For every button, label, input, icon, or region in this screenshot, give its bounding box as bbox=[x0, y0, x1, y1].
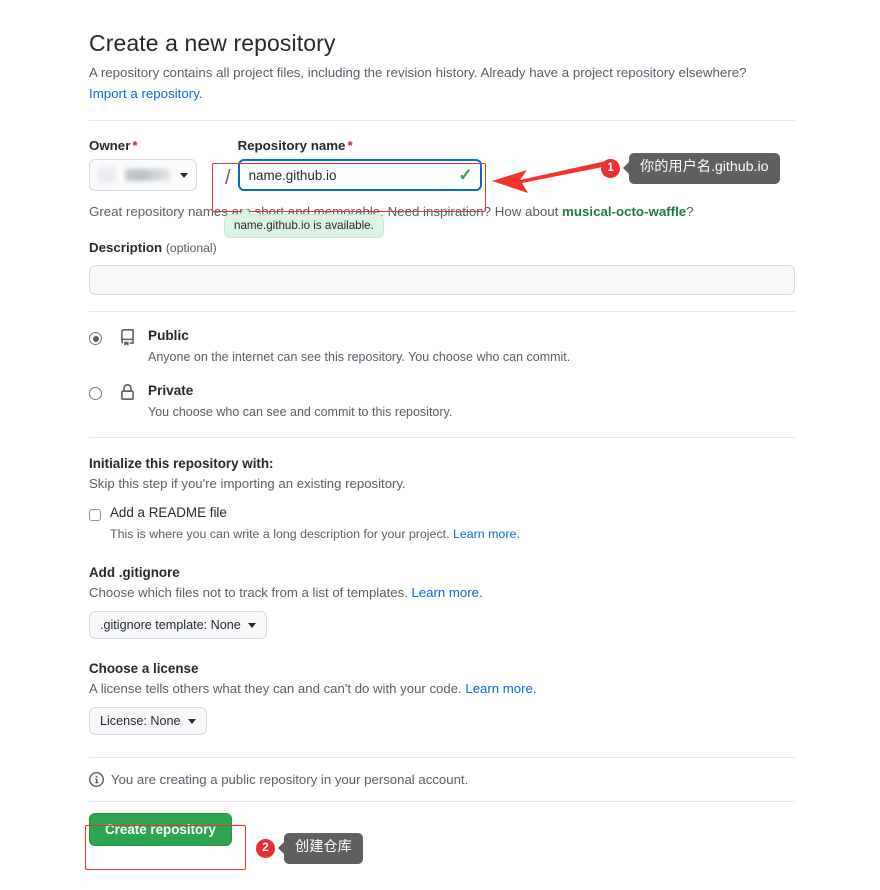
gitignore-description: Choose which files not to track from a l… bbox=[89, 585, 795, 600]
readme-label: Add a README file bbox=[110, 505, 227, 521]
license-dropdown[interactable]: License: None bbox=[89, 707, 207, 736]
chevron-down-icon bbox=[247, 622, 256, 628]
lock-icon bbox=[116, 383, 138, 401]
gitignore-template-dropdown-label: .gitignore template: None bbox=[100, 618, 241, 633]
description-input[interactable] bbox=[89, 265, 795, 296]
repository-name-help-suffix: ? bbox=[686, 204, 694, 220]
license-heading: Choose a license bbox=[89, 661, 199, 677]
gitignore-section: Add .gitignore Choose which files not to… bbox=[89, 565, 795, 640]
page-description-text: A repository contains all project files,… bbox=[89, 65, 747, 80]
gitignore-description-text: Choose which files not to track from a l… bbox=[89, 585, 412, 601]
repository-name-input-wrap: ✓ bbox=[237, 159, 482, 192]
divider-visibility bbox=[89, 437, 795, 439]
repo-icon bbox=[116, 328, 138, 346]
info-icon bbox=[89, 772, 104, 788]
owner-required-mark: * bbox=[132, 138, 138, 154]
divider-footer bbox=[89, 801, 795, 803]
annotation-text-1: 你的用户名.github.io bbox=[623, 153, 780, 184]
readme-description: This is where you can write a long descr… bbox=[110, 526, 795, 543]
description-field: Description (optional) bbox=[89, 239, 795, 296]
repository-name-required-mark: * bbox=[347, 138, 353, 154]
initialize-section: Initialize this repository with: Skip th… bbox=[89, 456, 795, 543]
divider-license bbox=[89, 757, 795, 759]
import-repository-link[interactable]: Import a repository. bbox=[89, 86, 203, 101]
annotation-badge-2: 2 bbox=[256, 838, 275, 858]
readme-learn-more-link[interactable]: Learn more. bbox=[453, 527, 520, 541]
visibility-public-description: Anyone on the internet can see this repo… bbox=[148, 350, 571, 365]
initialize-heading: Initialize this repository with: bbox=[89, 456, 274, 472]
annotation-callout-1: 1 你的用户名.github.io bbox=[601, 153, 780, 184]
visibility-private-title: Private bbox=[148, 382, 194, 398]
repository-name-help: Great repository names are short and mem… bbox=[89, 202, 795, 222]
annotation-callout-2: 2 创建仓库 bbox=[256, 833, 363, 864]
chevron-down-icon bbox=[180, 172, 188, 178]
create-repository-button[interactable]: Create repository bbox=[89, 813, 232, 847]
license-learn-more-link[interactable]: Learn more. bbox=[465, 681, 536, 696]
page-title: Create a new repository bbox=[89, 30, 336, 56]
owner-label: Owner * bbox=[89, 138, 138, 154]
repository-name-suggestion-link[interactable]: musical-octo-waffle bbox=[562, 204, 686, 219]
visibility-options: Public Anyone on the internet can see th… bbox=[89, 328, 795, 421]
chevron-down-icon bbox=[187, 718, 196, 724]
visibility-public-text: Public Anyone on the internet can see th… bbox=[148, 328, 570, 366]
availability-tooltip: name.github.io is available. bbox=[224, 214, 384, 238]
license-description: A license tells others what they can and… bbox=[89, 681, 795, 696]
visibility-private-text: Private You choose who can see and commi… bbox=[148, 383, 452, 421]
license-section: Choose a license A license tells others … bbox=[89, 661, 795, 736]
description-label: Description (optional) bbox=[89, 240, 217, 256]
repository-name-label: Repository name * bbox=[237, 138, 353, 154]
readme-checkbox-row[interactable]: Add a README file bbox=[89, 505, 795, 522]
repository-name-input[interactable] bbox=[237, 159, 482, 192]
visibility-option-private[interactable]: Private You choose who can see and commi… bbox=[89, 383, 795, 421]
initialize-subheading: Skip this step if you're importing an ex… bbox=[89, 476, 406, 492]
license-description-text: A license tells others what they can and… bbox=[89, 681, 466, 697]
license-dropdown-label: License: None bbox=[100, 714, 181, 729]
visibility-public-title: Public bbox=[148, 328, 189, 344]
gitignore-template-dropdown[interactable]: .gitignore template: None bbox=[89, 611, 267, 640]
radio-public[interactable] bbox=[89, 332, 102, 346]
annotation-text-2: 创建仓库 bbox=[278, 833, 363, 864]
visibility-option-public[interactable]: Public Anyone on the internet can see th… bbox=[89, 328, 795, 366]
gitignore-learn-more-link[interactable]: Learn more. bbox=[412, 585, 483, 600]
check-valid-icon: ✓ bbox=[458, 165, 473, 185]
owner-field: Owner * bbox=[89, 138, 222, 192]
public-repo-notice-text: You are creating a public repository in … bbox=[111, 772, 469, 788]
owner-select[interactable] bbox=[89, 159, 197, 192]
gitignore-heading: Add .gitignore bbox=[89, 565, 180, 581]
repository-name-field: Repository name* ✓ bbox=[237, 138, 482, 192]
owner-avatar bbox=[98, 167, 116, 184]
readme-description-text: This is where you can write a long descr… bbox=[110, 527, 453, 542]
owner-username-redacted bbox=[125, 169, 170, 182]
visibility-private-description: You choose who can see and commit to thi… bbox=[148, 404, 453, 419]
readme-checkbox[interactable] bbox=[89, 509, 101, 522]
radio-private[interactable] bbox=[89, 386, 102, 400]
divider-header bbox=[89, 120, 795, 122]
owner-name-separator: / bbox=[225, 167, 231, 190]
annotation-badge-1: 1 bbox=[601, 158, 620, 178]
divider-description bbox=[89, 311, 795, 313]
description-optional-tag: (optional) bbox=[165, 241, 217, 256]
public-repo-notice: You are creating a public repository in … bbox=[89, 772, 795, 788]
page-description: A repository contains all project files,… bbox=[89, 63, 795, 104]
